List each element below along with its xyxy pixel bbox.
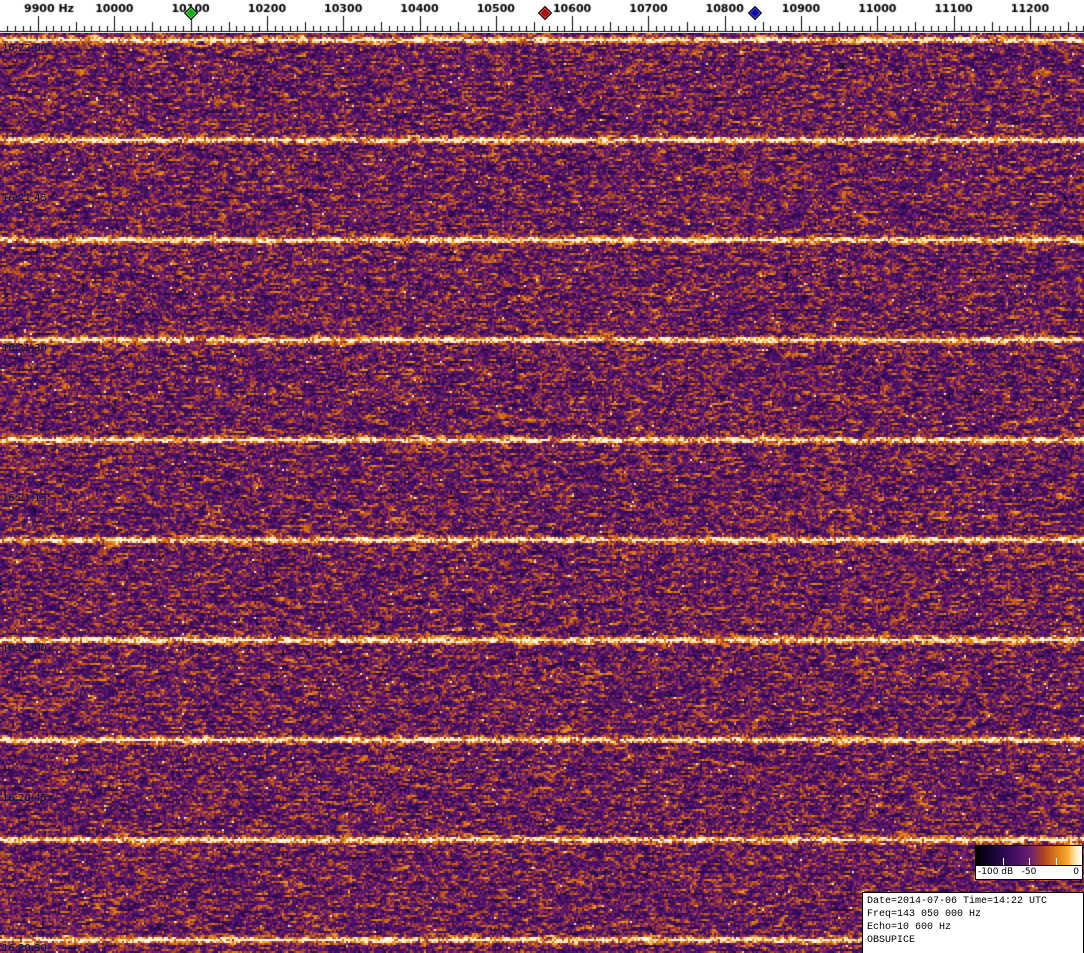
db-mid-label: -50 [1021,867,1037,877]
db-scale-tick [1029,858,1030,865]
db-scale-labels: -100 dB -50 0 [975,866,1083,880]
db-scale-tick [1002,858,1004,865]
observation-info-box: Date=2014-07-06 Time=14:22 UTC Freq=143 0… [862,892,1084,953]
info-line: OBSUPICE [867,935,916,946]
db-min-label: -100 dB [978,867,1014,877]
db-gradient-bar [975,845,1083,866]
info-line: Date=2014-07-06 Time=14:22 UTC [867,896,1048,907]
db-color-scale: -100 dB -50 0 [975,845,1083,880]
spectrogram-waterfall-app: 16:22:00 16:21:45 16:21:30 16:21:15 16:21:00… [0,0,1084,953]
info-line: Echo=10 600 Hz [867,922,952,933]
info-line: Freq=143 050 000 Hz [867,909,982,920]
db-scale-tick [1055,858,1057,865]
frequency-axis [0,0,1084,33]
db-max-label: 0 [1073,867,1079,877]
spectrogram-canvas[interactable] [0,33,1084,953]
